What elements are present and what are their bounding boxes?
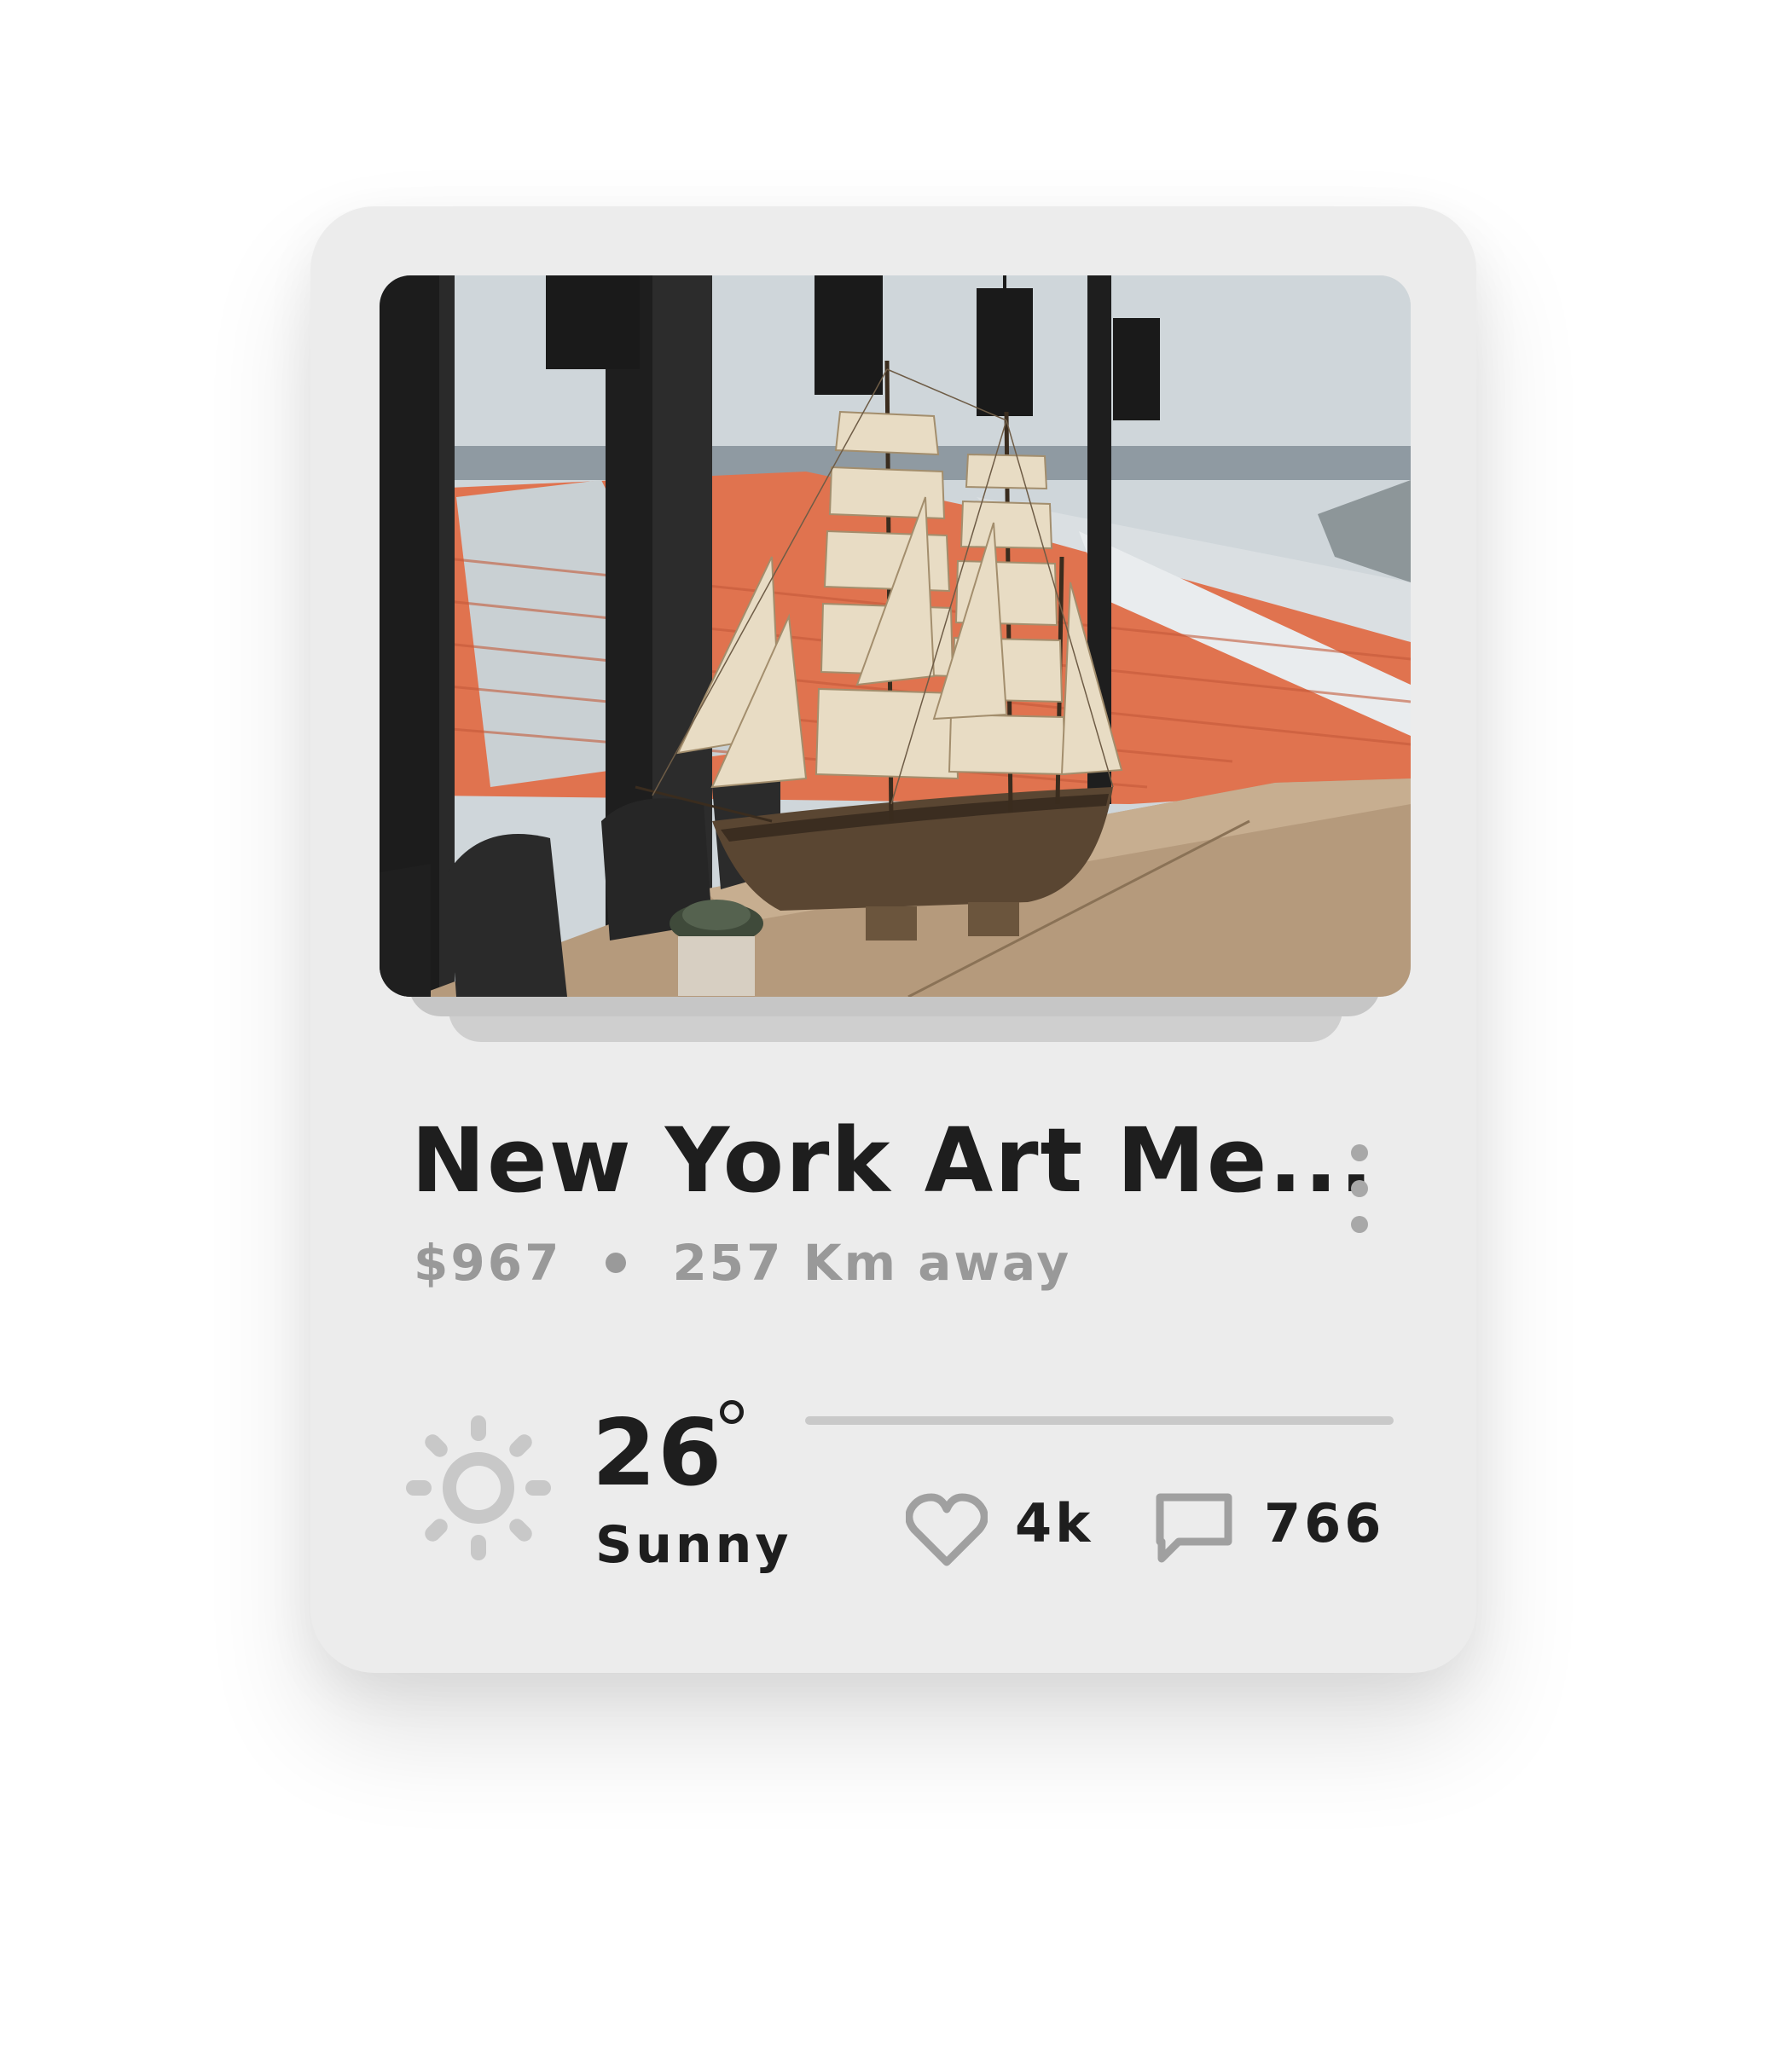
place-title[interactable]: New York Art Me... <box>411 1108 1373 1213</box>
temperature: 26 <box>592 1400 724 1507</box>
comment-icon <box>1156 1493 1232 1563</box>
place-meta: $967 257 Km away <box>414 1234 1071 1292</box>
separator-dot <box>606 1253 627 1273</box>
like-count: 4k <box>1015 1492 1094 1554</box>
divider <box>805 1416 1394 1425</box>
heart-icon <box>906 1493 988 1566</box>
ship-model-illustration <box>380 275 1411 997</box>
price: $967 <box>414 1234 562 1292</box>
more-vertical-icon-dot-3 <box>1351 1216 1368 1233</box>
comment-count: 766 <box>1264 1492 1385 1554</box>
more-vertical-icon-dot-2 <box>1351 1180 1368 1197</box>
weather-condition: Sunny <box>595 1515 792 1575</box>
place-card[interactable]: New York Art Me... $967 257 Km away 26 S… <box>310 206 1476 1673</box>
place-photo[interactable] <box>380 275 1411 997</box>
more-options-button[interactable] <box>1342 1144 1377 1272</box>
like-button[interactable]: 4k <box>906 1485 1119 1579</box>
degree-symbol <box>720 1400 744 1424</box>
more-vertical-icon-dot-1 <box>1351 1144 1368 1161</box>
comment-button[interactable]: 766 <box>1155 1485 1402 1579</box>
page-canvas: New York Art Me... $967 257 Km away 26 S… <box>0 0 1774 2072</box>
sun-icon <box>406 1415 551 1560</box>
distance: 257 Km away <box>672 1234 1072 1292</box>
